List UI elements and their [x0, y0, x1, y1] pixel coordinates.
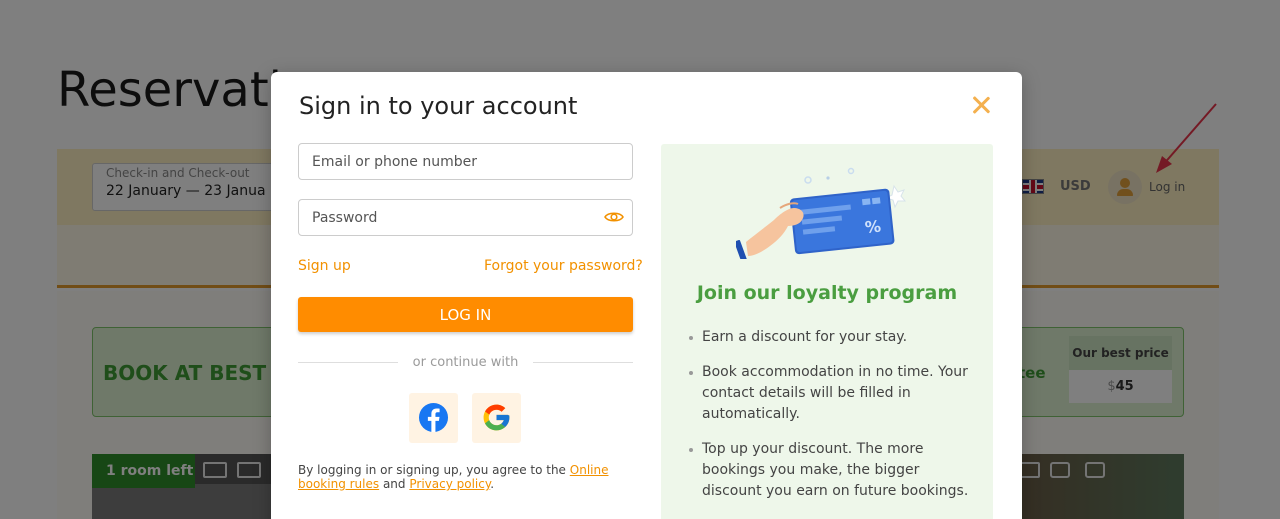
- benefit-item: Book accommodation in no time. Your cont…: [687, 362, 977, 425]
- forgot-password-link[interactable]: Forgot your password?: [484, 258, 643, 274]
- google-login-button[interactable]: [472, 393, 521, 443]
- terms-prefix: By logging in or signing up, you agree t…: [298, 463, 570, 477]
- divider: or continue with: [298, 355, 633, 370]
- divider-text: or continue with: [400, 355, 531, 370]
- google-icon: [483, 404, 510, 431]
- email-field[interactable]: [298, 143, 633, 180]
- sign-in-modal: Sign in to your account Sign up Forgot y…: [271, 72, 1022, 519]
- privacy-policy-link[interactable]: Privacy policy: [409, 477, 490, 491]
- terms-suffix: .: [490, 477, 495, 491]
- close-icon[interactable]: [968, 92, 994, 118]
- loyalty-title: Join our loyalty program: [696, 282, 958, 304]
- password-field[interactable]: [298, 199, 633, 236]
- loyalty-panel: % Join our loyalty program Earn a discou…: [661, 144, 993, 519]
- eye-icon[interactable]: [604, 209, 624, 225]
- terms-and: and: [379, 477, 410, 491]
- loyalty-benefits-list: Earn a discount for your stay. Book acco…: [687, 327, 977, 516]
- sign-up-link[interactable]: Sign up: [298, 258, 351, 274]
- benefit-item: Earn a discount for your stay.: [687, 327, 977, 348]
- facebook-icon: [418, 402, 449, 433]
- loyalty-card-illustration: %: [736, 167, 907, 259]
- log-in-button[interactable]: LOG IN: [298, 297, 633, 332]
- facebook-login-button[interactable]: [409, 393, 458, 443]
- svg-text:%: %: [864, 216, 882, 237]
- benefit-item: Top up your discount. The more bookings …: [687, 439, 977, 502]
- modal-title: Sign in to your account: [299, 92, 578, 120]
- terms-text: By logging in or signing up, you agree t…: [298, 463, 638, 491]
